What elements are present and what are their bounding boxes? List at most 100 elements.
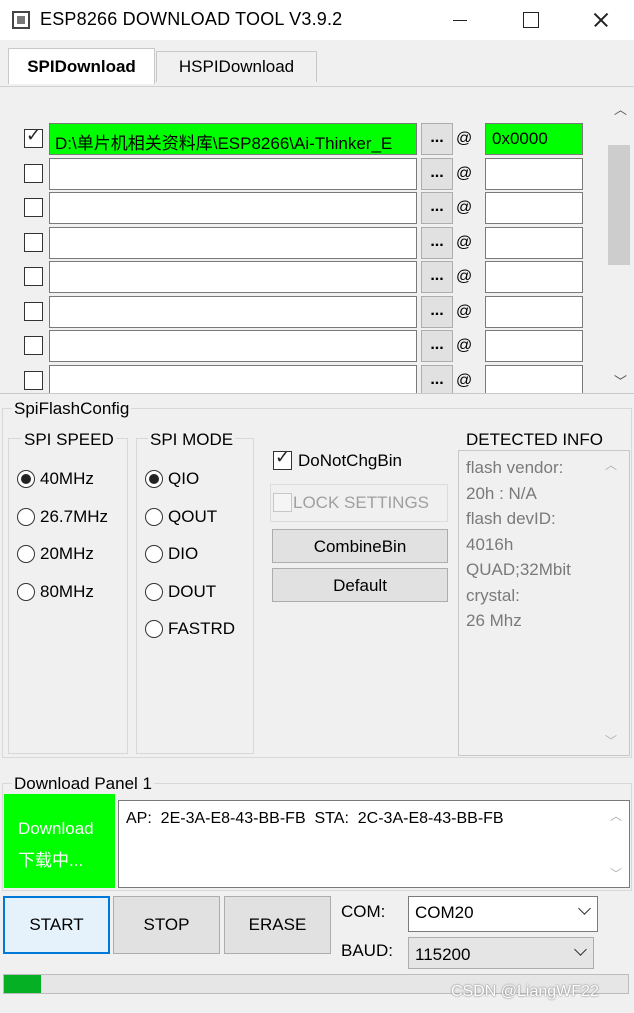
- radio-icon[interactable]: [17, 507, 35, 526]
- tab-hspidownload[interactable]: HSPIDownload: [156, 51, 317, 82]
- spi-mode-label: FASTRD: [168, 619, 236, 638]
- log-scroll-down-icon[interactable]: ﹀: [610, 865, 622, 882]
- file-row: ... @: [0, 226, 606, 260]
- address-input[interactable]: [485, 330, 583, 362]
- detected-info-line: crystal:: [466, 585, 520, 605]
- browse-button[interactable]: ...: [421, 226, 453, 259]
- browse-button[interactable]: ...: [421, 364, 453, 393]
- spi-mode-title: SPI MODE: [148, 430, 236, 450]
- spi-mode-option[interactable]: QIO: [145, 468, 255, 492]
- radio-icon[interactable]: [145, 545, 163, 563]
- log-scroll-up-icon[interactable]: ︿: [610, 807, 622, 824]
- default-button[interactable]: Default: [272, 568, 448, 602]
- start-button[interactable]: START: [3, 896, 110, 954]
- file-enable-checkbox[interactable]: [24, 232, 43, 252]
- radio-icon[interactable]: [17, 582, 35, 601]
- com-select[interactable]: COM20: [408, 896, 598, 932]
- maximize-icon[interactable]: [494, 0, 564, 40]
- address-input[interactable]: [485, 226, 583, 259]
- spi-speed-option[interactable]: 80MHz: [17, 581, 127, 605]
- at-label: @: [456, 164, 473, 182]
- file-path-input[interactable]: D:\单片机相关资料库\ESP8266\Ai-Thinker_E: [49, 123, 417, 155]
- com-label: COM:: [341, 902, 386, 921]
- spi-mode-option[interactable]: DIO: [145, 543, 255, 567]
- browse-button[interactable]: ...: [421, 123, 453, 155]
- chevron-down-icon: [578, 902, 591, 915]
- file-path-input[interactable]: [49, 295, 417, 328]
- spi-mode-option[interactable]: QOUT: [145, 506, 255, 530]
- watermark: CSDN @LiangWF22: [451, 983, 599, 1000]
- file-row: ... @: [0, 295, 606, 329]
- radio-icon[interactable]: [17, 470, 35, 488]
- address-input[interactable]: 0x0000: [485, 123, 583, 155]
- file-enable-checkbox[interactable]: ✓: [24, 126, 43, 148]
- combine-bin-button[interactable]: CombineBin: [272, 529, 448, 563]
- file-path-input[interactable]: [49, 261, 417, 293]
- baud-label: BAUD:: [341, 941, 393, 960]
- browse-button[interactable]: ...: [421, 330, 453, 362]
- donotchgbin-checkbox[interactable]: ✓ DoNotChgBin: [270, 447, 450, 475]
- spi-flash-config-title: SpiFlashConfig: [12, 399, 132, 419]
- radio-icon[interactable]: [145, 620, 163, 638]
- scroll-thumb[interactable]: [608, 145, 630, 265]
- spi-speed-option[interactable]: 20MHz: [17, 543, 127, 567]
- radio-icon[interactable]: [17, 545, 35, 563]
- spi-speed-option[interactable]: 26.7MHz: [17, 506, 127, 530]
- spi-speed-option[interactable]: 40MHz: [17, 468, 127, 492]
- scroll-up-icon[interactable]: ︿: [614, 99, 627, 118]
- file-enable-checkbox[interactable]: [24, 163, 43, 183]
- log-scrollbar[interactable]: ︿ ﹀: [604, 800, 630, 888]
- download-status-cn: 下载中...: [18, 851, 84, 870]
- info-scroll-up-icon[interactable]: ︿: [605, 456, 617, 473]
- radio-icon[interactable]: [145, 582, 163, 601]
- file-path-input[interactable]: [49, 192, 417, 224]
- spi-mode-option[interactable]: FASTRD: [145, 618, 255, 642]
- spi-mode-label: QIO: [168, 469, 200, 488]
- app-icon: [12, 11, 30, 29]
- baud-select[interactable]: 115200: [408, 937, 594, 969]
- baud-value: 115200: [415, 945, 471, 964]
- checkbox-box[interactable]: ✓: [273, 448, 292, 470]
- file-path-input[interactable]: [49, 157, 417, 190]
- address-input[interactable]: [485, 364, 583, 393]
- detected-info-line: QUAD;32Mbit: [466, 560, 571, 579]
- info-scroll-down-icon[interactable]: ﹀: [605, 732, 617, 749]
- erase-button[interactable]: ERASE: [224, 896, 331, 954]
- detected-info-box: flash vendor: 20h : N/A flash devID: 4016h Q…: [458, 450, 630, 756]
- address-input[interactable]: [485, 261, 583, 293]
- radio-icon[interactable]: [145, 470, 163, 488]
- detected-info-line: 4016h: [466, 534, 514, 554]
- close-icon[interactable]: [564, 0, 634, 40]
- browse-button[interactable]: ...: [421, 295, 453, 328]
- at-label: @: [456, 130, 473, 147]
- browse-button[interactable]: ...: [421, 261, 453, 293]
- log-output[interactable]: AP: 2E-3A-E8-43-BB-FB STA: 2C-3A-E8-43-B…: [118, 800, 604, 888]
- lock-settings-label: LOCK SETTINGS: [293, 493, 430, 512]
- file-row: ... @: [0, 191, 606, 225]
- file-enable-checkbox[interactable]: [24, 370, 43, 390]
- minimize-icon[interactable]: [424, 0, 494, 40]
- file-path-input[interactable]: [49, 364, 417, 393]
- scroll-down-icon[interactable]: ﹀: [614, 371, 627, 390]
- file-row: ... @: [0, 157, 606, 191]
- download-panel-title: Download Panel 1: [12, 774, 154, 794]
- file-list-scrollbar[interactable]: ︿ ﹀: [606, 87, 634, 393]
- file-path-input[interactable]: [49, 226, 417, 259]
- detected-info-line: 26 Mhz: [466, 611, 522, 630]
- file-path-input[interactable]: [49, 330, 417, 362]
- file-enable-checkbox[interactable]: [24, 336, 43, 355]
- browse-button[interactable]: ...: [421, 192, 453, 224]
- stop-button[interactable]: STOP: [113, 896, 220, 954]
- file-enable-checkbox[interactable]: [24, 301, 43, 321]
- tab-spidownload[interactable]: SPIDownload: [8, 48, 155, 84]
- file-enable-checkbox[interactable]: [24, 198, 43, 217]
- spi-mode-label: DIO: [168, 544, 199, 563]
- address-input[interactable]: [485, 295, 583, 328]
- browse-button[interactable]: ...: [421, 157, 453, 190]
- file-row: ✓ D:\单片机相关资料库\ESP8266\Ai-Thinker_E... @0x0…: [0, 122, 606, 156]
- address-input[interactable]: [485, 157, 583, 190]
- file-enable-checkbox[interactable]: [24, 267, 43, 286]
- spi-mode-option[interactable]: DOUT: [145, 581, 255, 605]
- radio-icon[interactable]: [145, 507, 163, 526]
- address-input[interactable]: [485, 192, 583, 224]
